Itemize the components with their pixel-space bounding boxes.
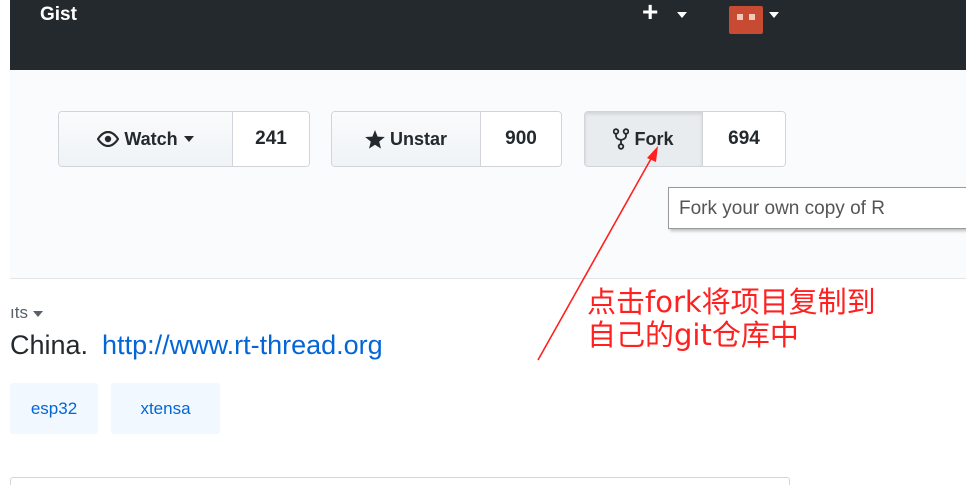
github-repo-page: Gist + Watch 241 Unstar 900 Fork 694 ıts… bbox=[0, 0, 966, 485]
annotation-note: 点击fork将项目复制到 自己的git仓库中 bbox=[587, 286, 957, 352]
annotation-line: 点击fork将项目复制到 bbox=[587, 285, 876, 319]
annotation-arrow bbox=[537, 146, 658, 361]
annotation-line: 自己的git仓库中 bbox=[587, 318, 799, 352]
